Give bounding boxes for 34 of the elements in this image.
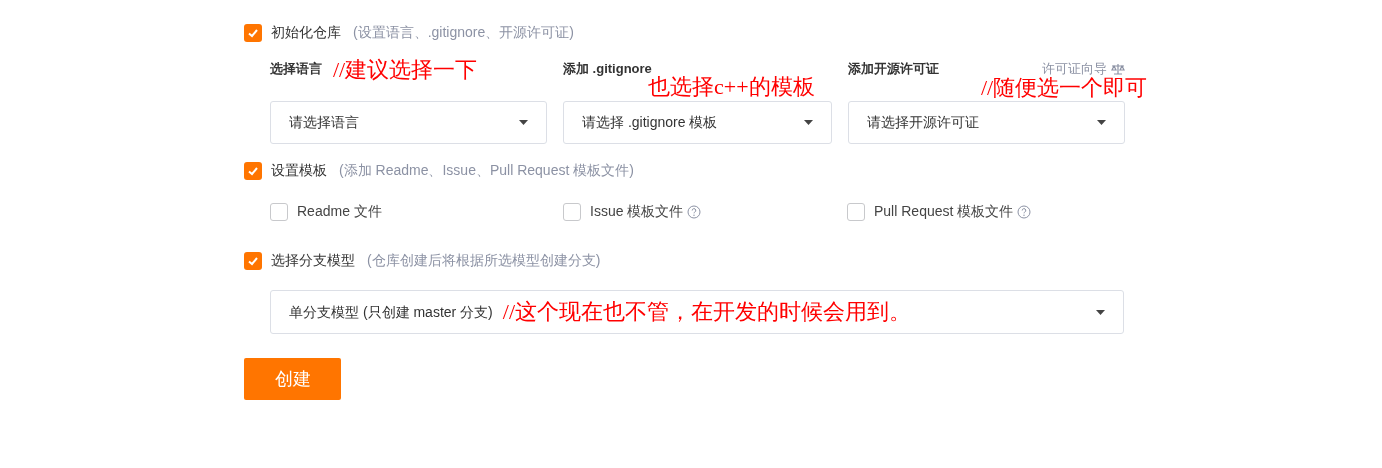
- field-label: 添加开源许可证: [848, 60, 939, 78]
- checkbox[interactable]: [244, 161, 262, 180]
- help-icon[interactable]: [1017, 204, 1032, 219]
- option-label: Readme 文件: [297, 202, 382, 221]
- select-field[interactable]: 请选择 .gitignore 模板: [563, 101, 832, 144]
- caret-icon: [519, 120, 528, 125]
- checkbox[interactable]: [847, 202, 865, 221]
- select-value: 单分支模型 (只创建 master 分支): [289, 302, 493, 322]
- select-field[interactable]: 请选择语言: [270, 101, 547, 144]
- checkbox[interactable]: [270, 202, 288, 221]
- annotation-text: //随便选一个即可: [981, 77, 1148, 99]
- annotation-text: //建议选择一下: [333, 59, 478, 81]
- field-label: 添加 .gitignore: [563, 60, 652, 76]
- help-icon[interactable]: [687, 204, 702, 219]
- section-hint: (仓库创建后将根据所选模型创建分支): [367, 251, 601, 270]
- checkbox[interactable]: [244, 23, 262, 42]
- section-label: 选择分支模型: [271, 251, 355, 270]
- section-label: 初始化仓库: [271, 23, 341, 42]
- option-label: Issue 模板文件: [590, 202, 684, 221]
- annotation-text: //这个现在也不管，在开发的时候会用到。: [502, 301, 911, 323]
- field-label: 选择语言: [270, 60, 322, 78]
- section-hint: (添加 Readme、Issue、Pull Request 模板文件): [339, 161, 634, 180]
- scale-icon: [1111, 62, 1125, 75]
- checkbox[interactable]: [563, 202, 581, 221]
- option-label: Pull Request 模板文件: [874, 202, 1014, 221]
- caret-icon: [804, 120, 813, 125]
- section-hint: (设置语言、.gitignore、开源许可证): [353, 23, 574, 42]
- checkbox[interactable]: [244, 251, 262, 270]
- section-label: 设置模板: [271, 161, 327, 180]
- select-field[interactable]: 请选择开源许可证: [848, 101, 1125, 144]
- caret-icon: [1096, 309, 1105, 315]
- caret-icon: [1097, 120, 1106, 125]
- annotation-text: 也选择c++的模板: [648, 76, 815, 98]
- select-field[interactable]: 单分支模型 (只创建 master 分支) //这个现在也不管，在开发的时候会用到。: [270, 290, 1124, 334]
